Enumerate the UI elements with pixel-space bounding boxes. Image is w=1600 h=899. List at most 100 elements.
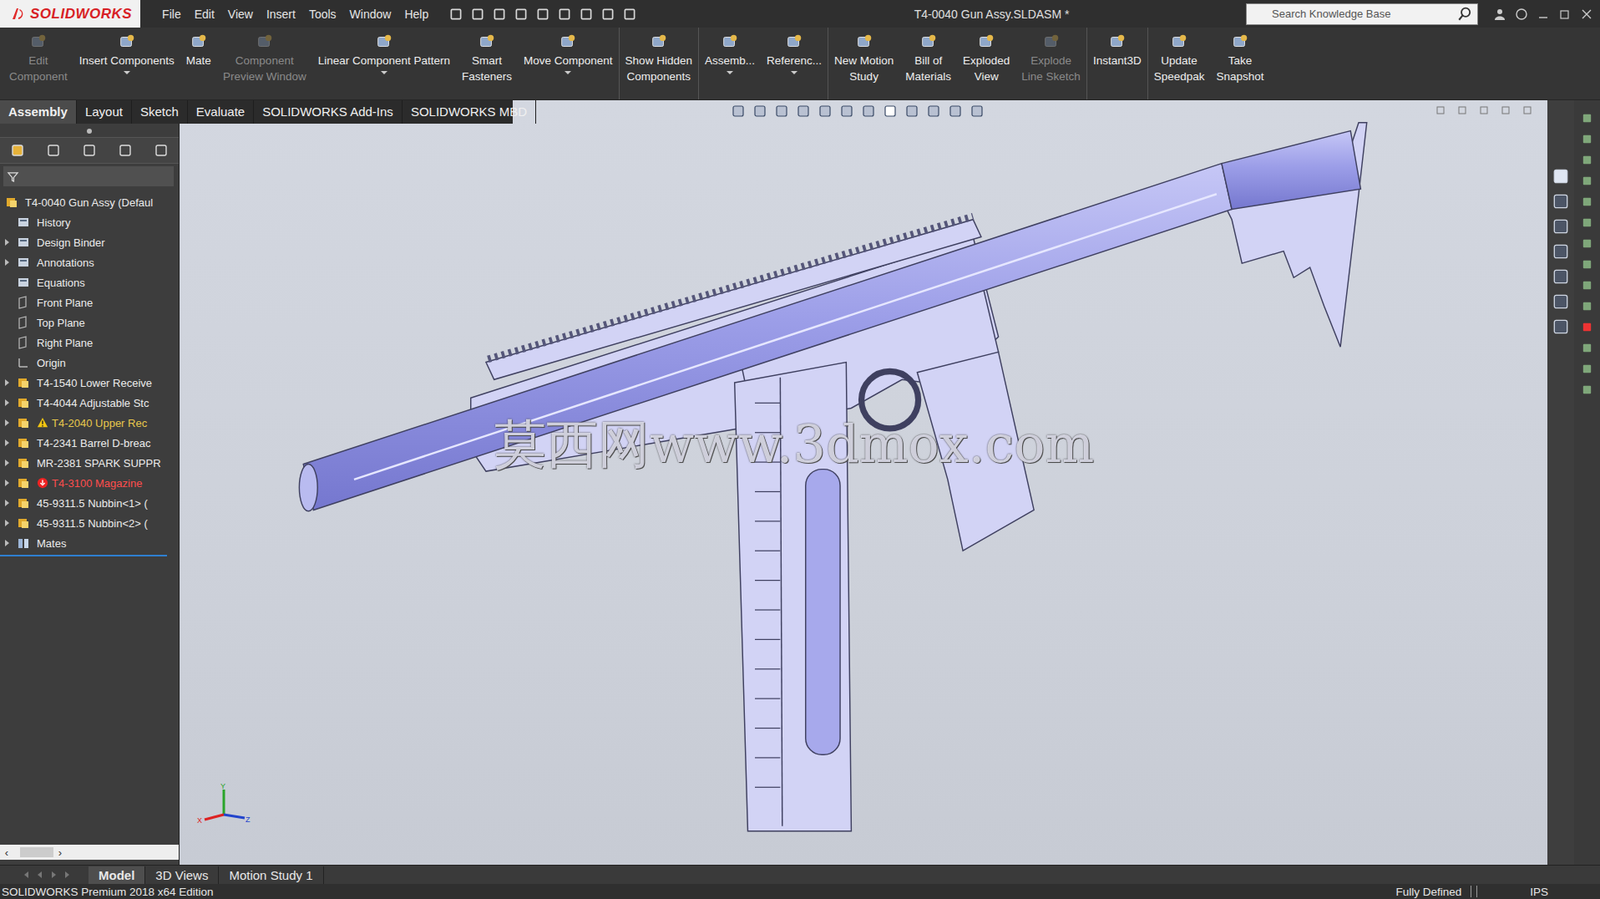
view-tool-icon[interactable] — [817, 103, 833, 119]
graphics-area[interactable]: 莫西网www.3dmox.com YXZ — [179, 100, 1548, 865]
tree-item[interactable]: T4-4044 Adjustable Stc — [0, 392, 179, 413]
expand-arrow[interactable] — [5, 459, 10, 466]
menu-item[interactable]: Window — [349, 7, 392, 21]
quick-access-icon[interactable] — [491, 6, 507, 22]
view-tool-icon[interactable] — [860, 103, 876, 119]
dropdown-caret[interactable] — [564, 70, 572, 75]
quick-access-icon[interactable] — [556, 6, 573, 22]
ribbon-button[interactable]: Bill ofMaterials — [899, 27, 957, 100]
tab-scroll-icon[interactable] — [35, 869, 46, 880]
manager-tab-icon[interactable] — [116, 141, 134, 159]
task-pane-icon[interactable] — [1551, 292, 1570, 311]
view-tool-icon[interactable] — [752, 103, 768, 119]
user-icon[interactable] — [1493, 7, 1507, 21]
view-tool-icon[interactable] — [926, 103, 942, 119]
tree-item[interactable]: Right Plane — [0, 332, 179, 353]
viewport-control-icon[interactable] — [1500, 105, 1511, 116]
quick-access-icon[interactable] — [513, 6, 529, 22]
menu-item[interactable]: Tools — [308, 7, 337, 21]
expand-arrow[interactable] — [5, 499, 10, 507]
ribbon-button[interactable]: Instant3D — [1087, 27, 1149, 100]
expand-arrow[interactable] — [5, 379, 10, 386]
quick-access-icon[interactable] — [622, 6, 638, 22]
quick-access-icon[interactable] — [535, 6, 551, 22]
tree-root[interactable]: T4-0040 Gun Assy (Defaul — [0, 192, 179, 213]
menu-item[interactable]: Help — [404, 7, 429, 21]
menu-item[interactable]: Insert — [266, 7, 296, 21]
tab-scroll-icon[interactable] — [21, 869, 32, 880]
ribbon-button[interactable]: Mate — [180, 27, 218, 100]
ribbon-button[interactable]: TakeSnapshot — [1210, 27, 1270, 100]
task-pane-icon[interactable] — [1551, 242, 1570, 261]
ribbon-button[interactable]: ExplodeLine Sketch — [1015, 27, 1088, 100]
bottom-tab[interactable]: 3D Views — [145, 865, 219, 884]
ribbon-button[interactable]: Insert Components — [73, 27, 181, 100]
command-tab[interactable]: Evaluate — [187, 100, 254, 124]
side-tool-icon[interactable] — [1580, 299, 1594, 313]
task-pane-icon[interactable] — [1551, 217, 1570, 236]
side-tool-icon[interactable] — [1580, 153, 1594, 167]
side-tool-icon[interactable] — [1580, 216, 1594, 229]
quick-access-icon[interactable] — [470, 6, 486, 22]
help-icon[interactable] — [1514, 7, 1529, 21]
tree-item[interactable]: Mates — [0, 532, 179, 553]
units-label[interactable]: IPS — [1479, 885, 1599, 898]
gun-model[interactable] — [179, 100, 1548, 865]
tree-item[interactable]: T4-1540 Lower Receive — [0, 372, 179, 393]
restore-icon[interactable] — [1558, 7, 1572, 21]
ribbon-button[interactable]: SmartFasteners — [455, 27, 518, 100]
menu-item[interactable]: Edit — [194, 7, 215, 21]
side-tool-icon[interactable] — [1580, 132, 1594, 146]
scroll-thumb[interactable] — [20, 846, 54, 857]
tree-item[interactable]: 45-9311.5 Nubbin<2> ( — [0, 512, 179, 533]
command-tab[interactable]: Layout — [76, 100, 132, 124]
bottom-tab[interactable]: Model — [88, 865, 146, 884]
view-tool-icon[interactable] — [774, 103, 790, 119]
viewport-control-icon[interactable] — [1457, 105, 1468, 116]
tree-item[interactable]: History — [0, 212, 179, 233]
view-tool-icon[interactable] — [904, 103, 920, 119]
view-tool-icon[interactable] — [882, 103, 898, 119]
view-tool-icon[interactable] — [969, 103, 985, 119]
manager-tab-icon[interactable] — [9, 141, 26, 159]
view-tool-icon[interactable] — [795, 103, 811, 119]
tree-item[interactable]: T4-2040 Upper Rec — [0, 412, 179, 433]
ribbon-button[interactable]: Assemb... — [698, 27, 761, 100]
viewport-control-icon[interactable] — [1522, 105, 1533, 116]
ribbon-button[interactable]: ComponentPreview Window — [217, 27, 313, 100]
solidworks-logo[interactable]: SOLIDWORKS — [0, 0, 141, 28]
command-tab[interactable]: Sketch — [131, 100, 188, 124]
task-pane-icon[interactable] — [1551, 167, 1570, 186]
expand-arrow[interactable] — [5, 519, 10, 527]
tree-item[interactable]: Annotations — [0, 252, 179, 273]
ribbon-button[interactable]: Show HiddenComponents — [619, 27, 699, 100]
menu-item[interactable]: View — [227, 7, 254, 21]
horizontal-scrollbar[interactable]: ‹ › — [0, 844, 179, 860]
tree-item[interactable]: T4-3100 Magazine — [0, 472, 179, 493]
expand-arrow[interactable] — [5, 399, 10, 406]
command-tab[interactable]: Assembly — [0, 100, 77, 124]
dropdown-caret[interactable] — [123, 70, 131, 75]
manager-tab-icon[interactable] — [45, 141, 62, 159]
manager-tab-icon[interactable] — [152, 141, 170, 159]
side-tool-icon[interactable] — [1580, 362, 1594, 375]
task-pane-icon[interactable] — [1551, 267, 1570, 286]
task-pane-icon[interactable] — [1551, 192, 1570, 211]
search-icon[interactable] — [1457, 6, 1473, 22]
tree-item[interactable]: Top Plane — [0, 312, 179, 333]
tree-item[interactable]: MR-2381 SPARK SUPPR — [0, 452, 179, 473]
ribbon-button[interactable]: Move Component — [517, 27, 620, 100]
side-tool-icon[interactable] — [1580, 278, 1594, 292]
side-tool-icon[interactable] — [1580, 341, 1594, 355]
tree-item[interactable]: Origin — [0, 352, 179, 373]
manager-tab-icon[interactable] — [81, 141, 98, 159]
viewport-control-icon[interactable] — [1478, 105, 1489, 116]
ribbon-button[interactable]: Referenc... — [760, 27, 829, 100]
menu-item[interactable]: File — [162, 7, 182, 21]
filter-icon[interactable] — [6, 170, 20, 183]
side-tool-icon[interactable] — [1580, 237, 1594, 250]
side-tool-icon[interactable] — [1580, 174, 1594, 188]
dropdown-caret[interactable] — [790, 70, 798, 75]
viewport-control-icon[interactable] — [1435, 105, 1446, 116]
search-field[interactable]: Search Knowledge Base — [1245, 3, 1479, 26]
